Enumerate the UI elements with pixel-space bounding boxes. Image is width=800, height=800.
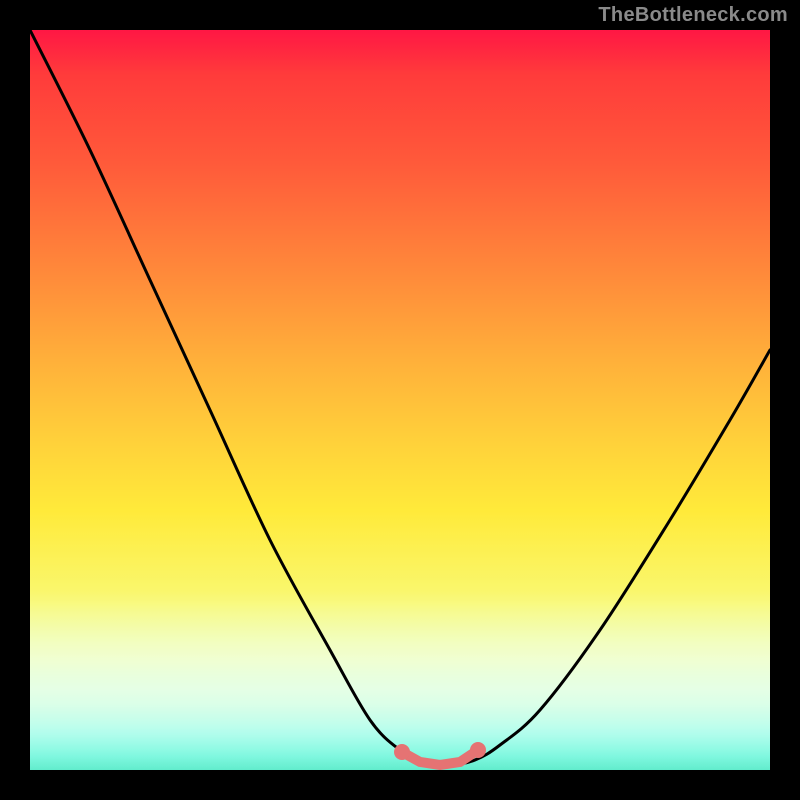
curve-path [30, 30, 770, 765]
optimal-range-dot [394, 744, 410, 760]
watermark-text: TheBottleneck.com [598, 4, 788, 27]
optimal-range-line [402, 750, 478, 765]
plot-area [30, 30, 770, 770]
bottleneck-curve [30, 30, 770, 770]
optimal-range-dot [470, 742, 486, 758]
